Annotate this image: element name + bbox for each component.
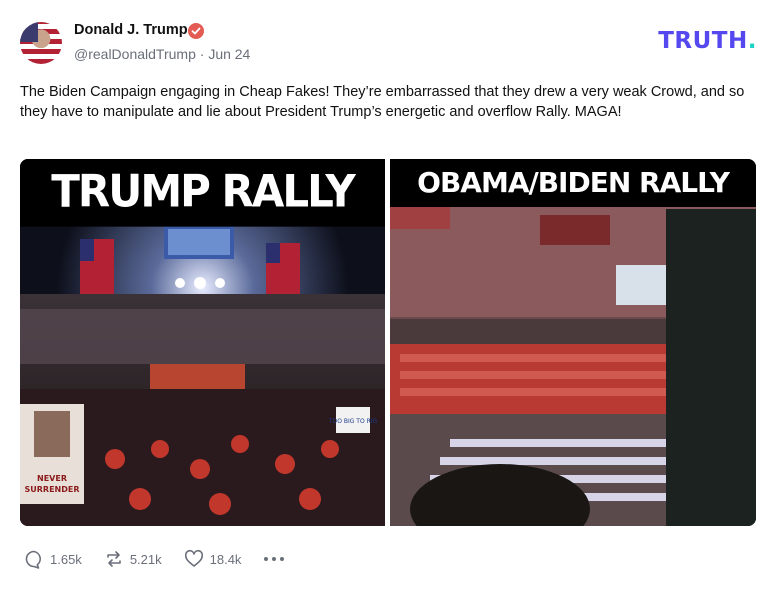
action-bar: 1.65k 5.21k 18.4k — [24, 548, 285, 570]
more-dots-icon — [264, 557, 285, 561]
more-options-button[interactable] — [263, 555, 285, 563]
brand-text: TRUTH — [658, 28, 748, 54]
sign-too-big: TOO BIG TO RIG — [328, 418, 378, 425]
brand-dot: . — [747, 28, 757, 54]
media-image-right[interactable]: OBAMA/BIDEN RALLY — [390, 159, 756, 526]
avatar-flag-canton — [20, 22, 38, 42]
retruth-button[interactable]: 5.21k — [104, 549, 162, 569]
author-handle[interactable]: @realDonaldTrump — [74, 46, 196, 62]
reply-count: 1.65k — [50, 551, 82, 567]
author-name[interactable]: Donald J. Trump — [74, 22, 188, 38]
left-image-caption: TRUMP RALLY — [20, 159, 385, 227]
like-count: 18.4k — [209, 551, 242, 567]
retruth-icon — [107, 551, 121, 567]
avatar[interactable] — [20, 22, 62, 64]
right-image-caption: OBAMA/BIDEN RALLY — [390, 159, 756, 207]
verified-badge-icon — [188, 23, 204, 39]
handle-row: @realDonaldTrump · Jun 24 — [74, 46, 250, 62]
reply-button[interactable]: 1.65k — [24, 549, 82, 569]
separator: · — [199, 46, 205, 62]
reply-icon — [25, 550, 41, 569]
media-image-left[interactable]: NEVER SURRENDER TOO BIG TO RIG TRUMP RAL… — [20, 159, 385, 526]
heart-icon — [184, 549, 203, 567]
like-button[interactable]: 18.4k — [184, 549, 242, 569]
sign-surrender: SURRENDER — [24, 485, 79, 494]
truth-logo[interactable]: TRUTH. — [658, 28, 757, 54]
post-card: Donald J. Trump @realDonaldTrump · Jun 2… — [0, 0, 777, 589]
retruth-count: 5.21k — [129, 551, 162, 567]
sign-never: NEVER — [37, 474, 67, 483]
post-text: The Biden Campaign engaging in Cheap Fak… — [20, 84, 745, 120]
empty-arena-image — [390, 159, 756, 526]
post-date[interactable]: Jun 24 — [208, 46, 250, 62]
